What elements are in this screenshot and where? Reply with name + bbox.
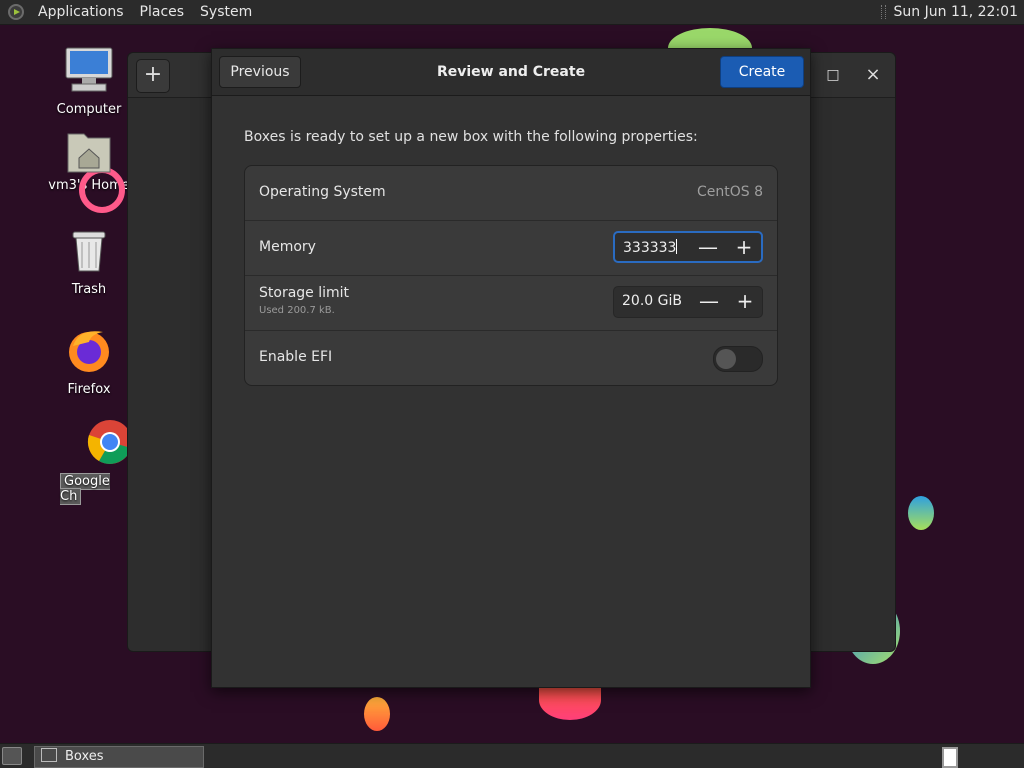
storage-spinbutton[interactable]: 20.0 GiB — +: [613, 286, 763, 318]
menu-system[interactable]: System: [192, 4, 260, 20]
efi-row: Enable EFI: [245, 330, 777, 385]
os-label: Operating System: [259, 184, 386, 200]
memory-spinbutton[interactable]: 333333 — +: [613, 231, 763, 263]
computer-icon: [44, 46, 134, 98]
desktop-icon-home[interactable]: vm3's Home: [44, 128, 134, 213]
taskbar-item-label: Boxes: [65, 749, 104, 764]
applications-logo-icon[interactable]: [8, 4, 24, 20]
memory-decrease-button[interactable]: —: [691, 233, 725, 261]
desktop-icon-label: Computer: [56, 102, 122, 117]
review-create-dialog: Review and Create Previous Create Boxes …: [211, 48, 811, 688]
add-box-button[interactable]: +: [136, 59, 170, 93]
efi-toggle[interactable]: [713, 346, 763, 372]
close-icon[interactable]: ×: [863, 65, 883, 85]
top-panel: Applications Places System Sun Jun 11, 2…: [0, 0, 1024, 25]
efi-label: Enable EFI: [259, 349, 333, 365]
panel-grip-icon: [880, 5, 886, 19]
toggle-knob: [716, 349, 736, 369]
create-button[interactable]: Create: [720, 56, 804, 88]
home-folder-icon: [44, 128, 134, 213]
memory-label: Memory: [259, 239, 316, 255]
chrome-icon: [44, 418, 134, 470]
os-value: CentOS 8: [696, 184, 763, 200]
memory-increase-button[interactable]: +: [727, 233, 761, 261]
properties-list: Operating System CentOS 8 Memory 333333 …: [244, 165, 778, 386]
menu-applications[interactable]: Applications: [30, 4, 132, 20]
text-cursor: [676, 239, 678, 254]
memory-value: 333333: [623, 240, 677, 256]
menu-places[interactable]: Places: [132, 4, 193, 20]
desktop-icon-computer[interactable]: Computer: [44, 46, 134, 117]
dialog-header: Review and Create Previous Create: [212, 49, 810, 96]
desktop-icon-chrome[interactable]: Google Ch: [44, 418, 134, 505]
storage-input[interactable]: 20.0 GiB: [622, 293, 682, 309]
workspace-switcher[interactable]: [942, 747, 958, 768]
os-row: Operating System CentOS 8: [245, 166, 777, 220]
storage-row: Storage limit Used 200.7 kB. 20.0 GiB — …: [245, 275, 777, 330]
storage-label: Storage limit: [259, 285, 350, 301]
storage-usage: Used 200.7 kB.: [259, 305, 335, 316]
memory-row: Memory 333333 — +: [245, 220, 777, 275]
desktop-icon-label: Firefox: [67, 382, 111, 397]
trash-icon: [44, 228, 134, 278]
show-desktop-icon[interactable]: [2, 747, 22, 765]
storage-decrease-button[interactable]: —: [692, 287, 726, 317]
storage-increase-button[interactable]: +: [728, 287, 762, 317]
clock[interactable]: Sun Jun 11, 22:01: [894, 4, 1018, 20]
desktop-icon-label: Trash: [71, 282, 107, 297]
bottom-panel: Boxes: [0, 743, 1024, 768]
intro-text: Boxes is ready to set up a new box with …: [244, 129, 698, 145]
previous-button[interactable]: Previous: [219, 56, 301, 88]
wallpaper-blob: [908, 496, 934, 530]
taskbar-item-boxes[interactable]: Boxes: [34, 746, 204, 768]
desktop-icon-trash[interactable]: Trash: [44, 228, 134, 297]
desktop-icon-firefox[interactable]: Firefox: [44, 326, 134, 397]
desktop-icon-label: Google Ch: [60, 473, 110, 505]
firefox-icon: [44, 326, 134, 378]
memory-input[interactable]: 333333: [623, 239, 678, 256]
boxes-app-icon: [41, 748, 57, 762]
wallpaper-blob: [364, 697, 390, 731]
maximize-icon[interactable]: □: [823, 65, 843, 85]
